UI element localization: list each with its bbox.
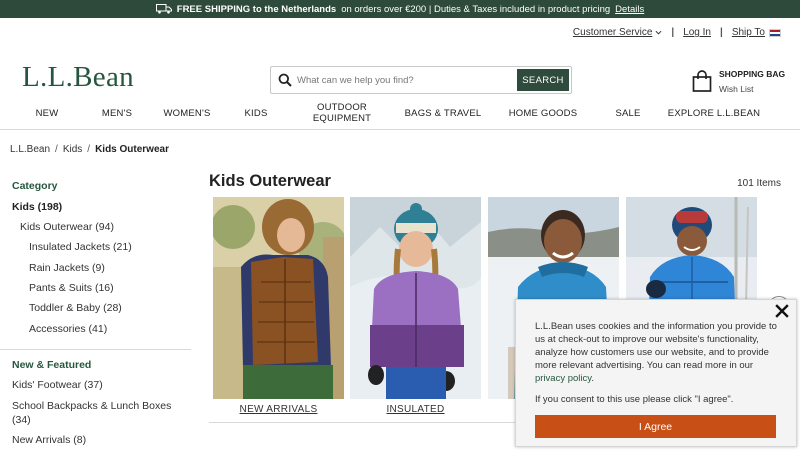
chevron-down-icon[interactable] [655,29,662,36]
sidebar-item-new-arrivals[interactable]: New Arrivals (8) [12,434,86,446]
new-featured-heading: New & Featured [12,359,92,371]
nav-mens[interactable]: MEN'S [102,108,132,120]
category-heading: Category [12,180,58,192]
sidebar-item-toddler-baby[interactable]: Toddler & Baby (28) [29,302,122,314]
nav-womens[interactable]: WOMEN'S [163,108,210,120]
promo-details-link[interactable]: Details [615,4,644,15]
privacy-policy-link[interactable]: privacy policy [535,373,591,384]
nav-kids[interactable]: KIDS [245,108,268,120]
category-tile-insulated[interactable] [350,197,481,399]
sidebar-item-rain-jackets[interactable]: Rain Jackets (9) [29,262,105,274]
netherlands-flag-icon[interactable] [769,28,781,37]
ship-to-link[interactable]: Ship To [732,27,765,38]
bag-text: SHOPPING BAG Wish List [719,69,785,94]
shopping-bag-icon[interactable] [692,70,712,92]
breadcrumb-kids[interactable]: Kids [63,144,82,155]
breadcrumb-current: Kids Outerwear [95,144,169,155]
promo-text: on orders over €200 | Duties & Taxes inc… [341,3,611,15]
tile-caption-new-arrivals[interactable]: NEW ARRIVALS [213,404,344,415]
sidebar-item-school-backpacks[interactable]: School Backpacks & Lunch Boxes (34) [12,400,187,427]
cookie-text-block: L.L.Bean uses cookies and the informatio… [535,321,777,384]
cookie-consent-text: If you consent to this use please click … [535,394,734,405]
sidebar-item-accessories[interactable]: Accessories (41) [29,323,107,335]
search-bar: SEARCH [270,66,572,94]
nav-explore[interactable]: EXPLORE L.L.BEAN [668,108,760,120]
agree-button[interactable]: I Agree [535,415,776,438]
separator: | [671,27,675,38]
search-icon [278,73,292,87]
page-title: Kids Outerwear [209,172,331,190]
product-image [213,197,344,399]
sidebar-item-kids-outerwear[interactable]: Kids Outerwear (94) [20,221,114,233]
main-nav: NEW MEN'S WOMEN'S KIDS OUTDOOR EQUIPMENT… [0,102,800,130]
tile-caption-insulated[interactable]: INSULATED [350,404,481,415]
category-tile-new-arrivals[interactable] [213,197,344,399]
shopping-bag-link[interactable]: SHOPPING BAG [719,69,785,79]
breadcrumb-separator: / [55,144,58,155]
separator: | [720,27,723,38]
customer-service-link[interactable]: Customer Service [573,27,652,38]
breadcrumb-separator: / [87,144,91,155]
close-icon[interactable] [774,303,790,319]
sidebar-item-kids[interactable]: Kids (198) [12,201,62,213]
truck-icon [155,4,172,14]
nav-outdoor-equipment[interactable]: OUTDOOR EQUIPMENT [310,102,374,124]
llbean-logo[interactable]: L.L.Bean [22,61,134,94]
utility-links: Customer Service | Log In | Ship To [573,27,781,38]
breadcrumb: L.L.Bean / Kids / Kids Outerwear [10,144,169,155]
nav-sale[interactable]: SALE [615,108,640,120]
sidebar-item-kids-footwear[interactable]: Kids' Footwear (37) [12,379,103,391]
promo-bold-text: FREE SHIPPING to the Netherlands [176,3,337,15]
search-button[interactable]: SEARCH [517,69,569,91]
row-divider [209,422,549,423]
nav-home-goods[interactable]: HOME GOODS [509,108,578,120]
promo-bar: FREE SHIPPING to the Netherlands on orde… [0,0,800,18]
wish-list-link[interactable]: Wish List [719,84,785,94]
nav-bags-travel[interactable]: BAGS & TRAVEL [405,108,482,120]
sidebar-divider [0,349,191,350]
product-image [350,197,481,399]
sidebar-item-insulated-jackets[interactable]: Insulated Jackets (21) [29,241,132,253]
breadcrumb-home[interactable]: L.L.Bean [10,144,50,155]
cookie-text: L.L.Bean uses cookies and the informatio… [535,321,777,371]
login-link[interactable]: Log In [683,27,711,38]
sidebar-item-pants-suits[interactable]: Pants & Suits (16) [29,282,114,294]
cookie-banner: L.L.Bean uses cookies and the informatio… [515,299,797,447]
item-count: 101 Items [737,178,781,189]
nav-new[interactable]: NEW [36,108,59,120]
